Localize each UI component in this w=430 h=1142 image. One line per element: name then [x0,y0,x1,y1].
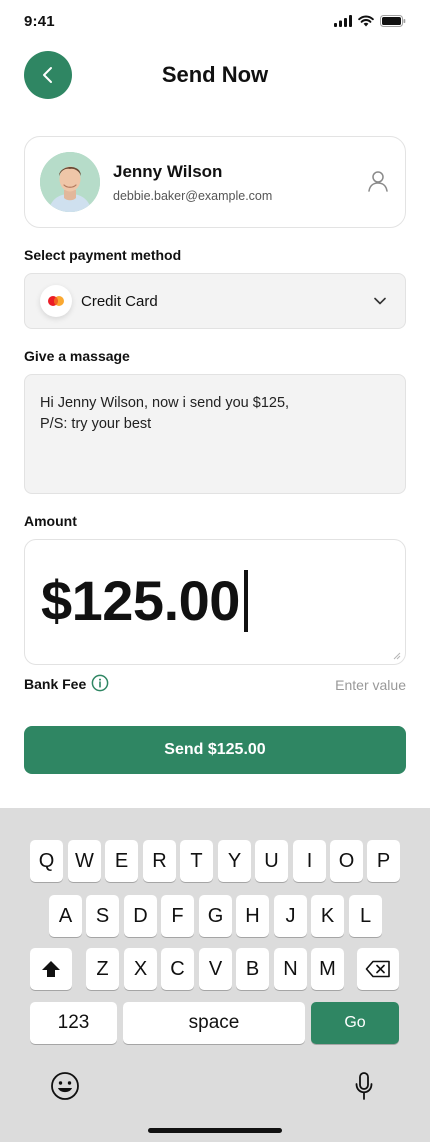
key-x[interactable]: X [124,948,157,990]
resize-grip-icon[interactable] [393,652,401,660]
key-y[interactable]: Y [218,840,251,882]
shift-key[interactable] [30,948,72,990]
chevron-down-icon [374,297,386,305]
bank-fee-label: Bank Fee [24,676,87,692]
header: Send Now [0,50,430,100]
payment-method-value: Credit Card [81,293,158,310]
key-m[interactable]: M [311,948,344,990]
space-key[interactable]: space [123,1002,305,1044]
text-caret [243,569,248,632]
key-q[interactable]: Q [30,840,63,882]
status-bar: 9:41 [0,0,430,44]
battery-icon [380,15,406,27]
key-w[interactable]: W [68,840,101,882]
avatar [40,152,100,212]
bank-fee-input[interactable]: Enter value [335,677,406,693]
amount-label: Amount [24,513,77,529]
key-o[interactable]: O [330,840,363,882]
home-indicator[interactable] [148,1128,282,1133]
message-field[interactable]: Hi Jenny Wilson, now i send you $125, P/… [24,374,406,494]
key-l[interactable]: L [349,895,382,937]
keyboard: Q W E R T Y U I O P A S D F G H J K L Z … [0,808,430,1142]
recipient-name: Jenny Wilson [113,162,223,181]
payment-method-select[interactable]: Credit Card [24,273,406,329]
message-line-1: Hi Jenny Wilson, now i send you $125, [40,395,290,411]
status-time: 9:41 [24,13,55,30]
key-j[interactable]: J [274,895,307,937]
key-a[interactable]: A [49,895,82,937]
message-label: Give a massage [24,348,130,364]
key-b[interactable]: B [236,948,269,990]
amount-value: $125.00 [41,569,240,632]
amount-display: $125.00 [41,568,248,633]
key-v[interactable]: V [199,948,232,990]
key-i[interactable]: I [293,840,326,882]
payment-method-label: Select payment method [24,247,182,263]
info-icon[interactable] [91,674,109,692]
key-c[interactable]: C [161,948,194,990]
key-u[interactable]: U [255,840,288,882]
shift-icon [42,961,60,977]
signal-icon [334,15,352,27]
go-key[interactable]: Go [311,1002,399,1044]
key-p[interactable]: P [367,840,400,882]
key-k[interactable]: K [311,895,344,937]
key-t[interactable]: T [180,840,213,882]
backspace-key[interactable] [357,948,399,990]
numbers-key[interactable]: 123 [30,1002,117,1044]
backspace-icon [365,960,390,978]
emoji-icon[interactable] [50,1071,80,1101]
mastercard-icon [40,285,72,317]
wifi-icon [358,15,374,27]
amount-field[interactable]: $125.00 [24,539,406,665]
recipient-email: debbie.baker@example.com [113,189,273,203]
page-title: Send Now [161,62,269,87]
recipient-card[interactable]: Jenny Wilson debbie.baker@example.com [24,136,406,228]
key-s[interactable]: S [86,895,119,937]
key-g[interactable]: G [199,895,232,937]
key-r[interactable]: R [143,840,176,882]
key-e[interactable]: E [105,840,138,882]
key-z[interactable]: Z [86,948,119,990]
message-line-2: P/S: try your best [40,416,152,432]
microphone-icon[interactable] [354,1071,374,1101]
key-f[interactable]: F [161,895,194,937]
key-d[interactable]: D [124,895,157,937]
key-n[interactable]: N [274,948,307,990]
send-button[interactable]: Send $125.00 [24,726,406,774]
user-icon[interactable] [367,170,389,192]
key-h[interactable]: H [236,895,269,937]
status-icons [334,15,406,27]
